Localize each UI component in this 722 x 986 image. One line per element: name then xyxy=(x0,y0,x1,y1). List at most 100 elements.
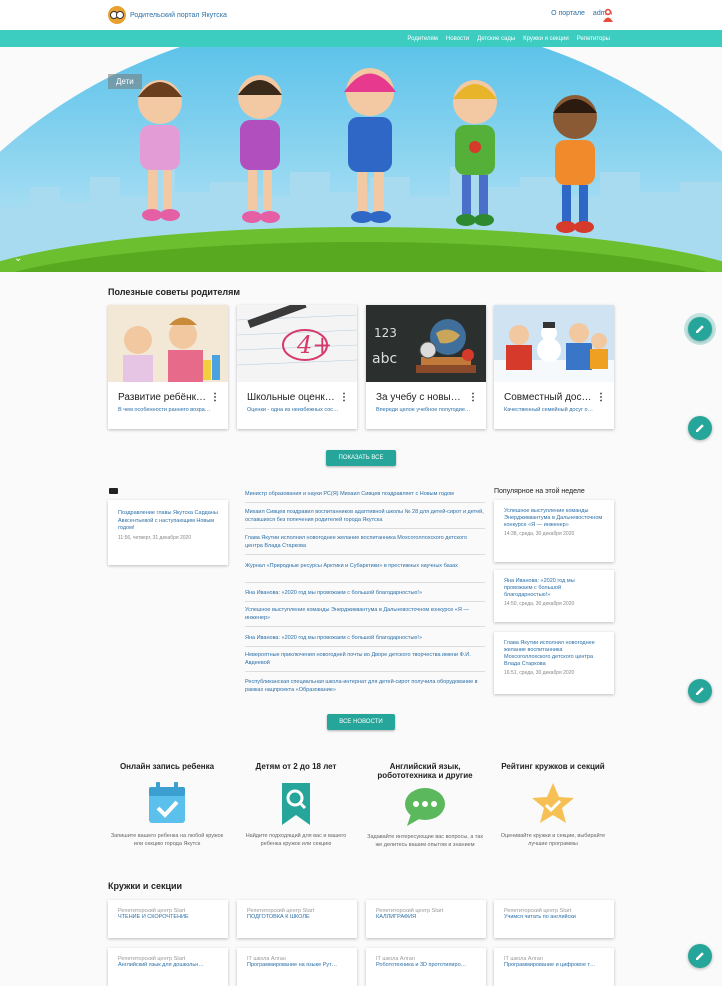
feature-block: Онлайн запись ребенка Запишите вашего ре… xyxy=(108,762,226,848)
club-card[interactable]: Репетиторский центр Start ЧТЕНИЕ И СКОРО… xyxy=(108,900,228,938)
news-item[interactable]: Глава Якутии исполнил новогоднее желание… xyxy=(245,535,485,555)
tip-card[interactable]: 123 abc За учебу с новы… ⋮ Впереди целое у… xyxy=(366,305,486,429)
more-vert-icon[interactable]: ⋮ xyxy=(339,392,349,403)
feature-block: Английский язык, робототехника и другие … xyxy=(366,762,484,849)
tip-card-desc: Оценки - одна из неизбежных сос… xyxy=(247,407,339,413)
club-card[interactable]: Репетиторский центр Start Английский язы… xyxy=(108,948,228,986)
club-card[interactable]: IT школа Алган Робототехника и 3D протот… xyxy=(366,948,486,986)
hero-label: Дети xyxy=(108,74,142,89)
tip-card-title: Школьные оценк… ⋮ xyxy=(247,392,349,403)
feature-block: Детям от 2 до 18 лет Найдите подходящий … xyxy=(237,762,355,848)
popular-item-title: Яна Иванова: «2020 год мы провожаем с бо… xyxy=(504,578,575,598)
pencil-icon xyxy=(696,952,704,960)
tip-card-desc: В чем особенности раннего возра… xyxy=(118,407,211,413)
featured-news-card[interactable]: Поздравление главы Якутска Сарданы Авксе… xyxy=(108,500,228,565)
svg-text:123: 123 xyxy=(374,326,397,340)
tip-card-image: 123 abc xyxy=(366,305,486,382)
pencil-icon xyxy=(696,325,704,333)
more-vert-icon[interactable]: ⋮ xyxy=(210,392,220,403)
feature-desc: Запишите вашего ребенка на любой кружок … xyxy=(110,833,224,847)
popular-item-date: 16:51, среда, 30 декабря 2020 xyxy=(504,670,575,676)
more-vert-icon[interactable]: ⋮ xyxy=(596,392,606,403)
pencil-icon xyxy=(696,424,704,432)
search-bookmark-icon xyxy=(282,783,310,825)
club-card[interactable]: Репетиторский центр Start КАЛЛИГРАФИЯ xyxy=(366,900,486,938)
nav-item-clubs[interactable]: Кружки и секции xyxy=(523,36,569,42)
popular-item-date: 14:38, среда, 30 декабря 2020 xyxy=(504,531,575,537)
feature-desc: Найдите подходящий для вас и вашего ребе… xyxy=(245,833,347,847)
tip-card[interactable]: 4+ Школьные оценк… ⋮ Оценки - одна из неи… xyxy=(237,305,357,429)
edit-fab[interactable] xyxy=(688,679,712,703)
clubs-section: Кружки и секции xyxy=(108,881,614,891)
user-avatar-icon[interactable] xyxy=(602,7,614,23)
club-name: Учимся читать по английски xyxy=(504,914,576,920)
tip-card[interactable]: Развитие ребёнк… ⋮ В чем особенности ранн… xyxy=(108,305,228,429)
nav-item-tutors[interactable]: Репетиторы xyxy=(577,36,610,42)
club-card[interactable]: Репетиторский центр Start ПОДГОТОВКА К Ш… xyxy=(237,900,357,938)
main-nav: Родителям Новости Детские сады Кружки и … xyxy=(0,30,722,47)
feature-desc: Задавайте интересующие вас вопросы, а та… xyxy=(367,834,483,848)
tip-card-desc: Впереди целое учебное полугодие… xyxy=(376,407,471,413)
featured-news-date: 11:56, четверг, 31 декабря 2020 xyxy=(118,534,192,541)
about-link[interactable]: О портале xyxy=(551,10,585,17)
show-all-button[interactable]: ПОКАЗАТЬ ВСЕ xyxy=(326,450,396,466)
tip-card[interactable]: Совместный дос… ⋮ Качественный семейный д… xyxy=(494,305,614,429)
chevron-down-icon[interactable]: ⌄ xyxy=(14,253,22,264)
calendar-check-icon xyxy=(149,782,185,823)
more-vert-icon[interactable]: ⋮ xyxy=(468,392,478,403)
tips-title: Полезные советы родителям xyxy=(108,287,241,297)
svg-text:abc: abc xyxy=(372,351,397,367)
feature-title: Английский язык, робототехника и другие xyxy=(377,762,473,780)
news-item[interactable]: Успешное выступление команды Энерджикван… xyxy=(245,607,485,627)
club-name: Программирование на языке Рут… xyxy=(247,962,338,968)
nav-item-parents[interactable]: Родителям xyxy=(407,36,438,42)
club-name: КАЛЛИГРАФИЯ xyxy=(376,914,417,920)
site-title: Родительский портал Якутска xyxy=(130,11,227,19)
edit-fab[interactable] xyxy=(688,317,712,341)
nav-item-kindergartens[interactable]: Детские сады xyxy=(477,36,515,42)
owl-logo-icon xyxy=(108,6,126,24)
news-item[interactable]: Республиканская специальная школа-интерн… xyxy=(245,679,485,699)
news-item[interactable]: Яна Иванова: «2020 год мы провожаем с бо… xyxy=(245,635,485,647)
club-card[interactable]: IT школа Алган Программирование и цифров… xyxy=(494,948,614,986)
hero-banner: Дети ⌄ xyxy=(0,47,722,272)
news-item[interactable]: Министр образования и науки РС(Я) Михаил… xyxy=(245,491,485,503)
news-item[interactable]: Михаил Сивцев поздравил воспитанников ад… xyxy=(245,509,485,529)
feature-title: Детям от 2 до 18 лет xyxy=(255,762,337,771)
all-news-button[interactable]: ВСЕ НОВОСТИ xyxy=(327,714,395,730)
popular-item-date: 14:50, среда, 30 декабря 2020 xyxy=(504,601,575,607)
popular-item[interactable]: Глава Якутии исполнил новогоднее желание… xyxy=(494,632,614,694)
tip-card-image xyxy=(108,305,228,382)
edit-fab[interactable] xyxy=(688,416,712,440)
tip-card-title: Совместный дос… ⋮ xyxy=(504,392,606,403)
club-name: Программирование и цифровое т… xyxy=(504,962,596,968)
club-card[interactable]: IT школа Алган Программирование на языке… xyxy=(237,948,357,986)
club-card[interactable]: Репетиторский центр Start Учимся читать … xyxy=(494,900,614,938)
clubs-title: Кружки и секции xyxy=(108,881,183,891)
tip-card-desc: Качественный семейный досуг о… xyxy=(504,407,594,413)
news-item[interactable]: Невероятные приключения новогодней почты… xyxy=(245,652,485,672)
tip-card-image xyxy=(494,305,614,382)
popular-item-title: Успешное выступление команды Энерджикван… xyxy=(504,508,603,528)
feature-title: Рейтинг кружков и секций xyxy=(501,762,605,771)
club-name: Робототехника и 3D прототипиро… xyxy=(376,962,467,968)
feature-block: Рейтинг кружков и секций Оценивайте круж… xyxy=(494,762,612,848)
popular-item-title: Глава Якутии исполнил новогоднее желание… xyxy=(504,640,595,667)
feature-title: Онлайн запись ребенка xyxy=(119,762,215,771)
top-header: Родительский портал Якутска О портале ad… xyxy=(0,0,722,30)
tip-card-image: 4+ xyxy=(237,305,357,382)
site-logo[interactable]: Родительский портал Якутска xyxy=(108,6,227,24)
popular-item[interactable]: Успешное выступление команды Энерджикван… xyxy=(494,500,614,562)
edit-fab[interactable] xyxy=(688,944,712,968)
star-icon xyxy=(532,783,574,823)
featured-news-title: Поздравление главы Якутска Сарданы Авксе… xyxy=(118,510,218,531)
club-name: ПОДГОТОВКА К ШКОЛЕ xyxy=(247,914,310,920)
chat-bubble-icon xyxy=(405,788,445,826)
club-name: ЧТЕНИЕ И СКОРОЧТЕНИЕ xyxy=(118,914,189,920)
folder-icon xyxy=(109,488,118,494)
news-item[interactable]: Яна Иванова: «2020 год мы провожаем с бо… xyxy=(245,590,485,602)
popular-item[interactable]: Яна Иванова: «2020 год мы провожаем с бо… xyxy=(494,570,614,622)
nav-item-news[interactable]: Новости xyxy=(446,36,469,42)
news-item[interactable]: Журнал «Природные ресурсы Арктики и Суба… xyxy=(245,563,485,583)
pencil-icon xyxy=(696,687,704,695)
